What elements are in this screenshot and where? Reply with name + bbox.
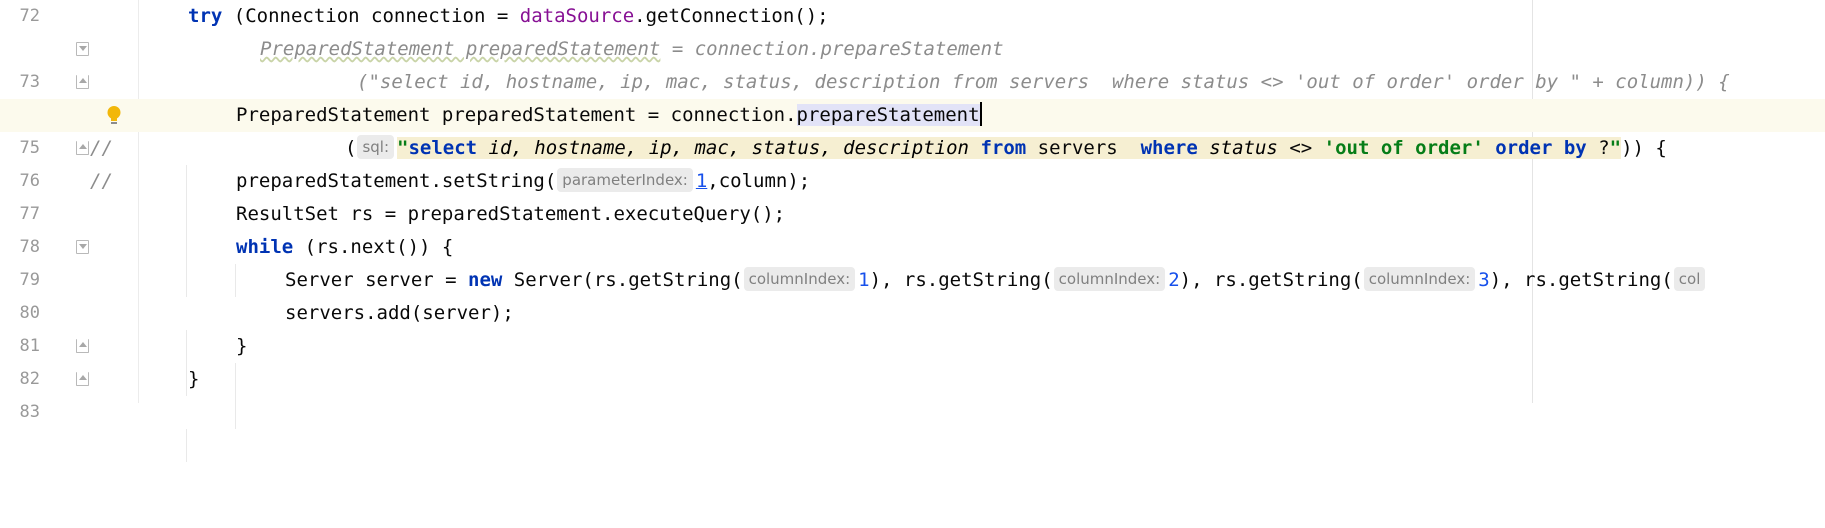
code-line-81[interactable]: 81 servers.add(server); (0, 297, 1825, 429)
fold-end-icon[interactable] (76, 372, 89, 386)
comment-segment: PreparedStatement preparedStatement (260, 38, 661, 60)
parameter-hint-columnindex[interactable]: columnIndex: (1363, 267, 1476, 291)
sql-keyword: order by (1483, 137, 1587, 159)
code-text[interactable]: PreparedStatement preparedStatement = co… (260, 33, 1004, 66)
sql-keyword: where (1140, 137, 1198, 159)
indent-guide (235, 396, 236, 429)
parameter-hint-columnindex[interactable]: columnIndex: (1053, 267, 1166, 291)
string-quote: " (1609, 137, 1622, 159)
code-editor[interactable]: 72 try (Connection connection = dataSour… (0, 0, 1825, 462)
sql-table: servers (1026, 137, 1141, 159)
line-number: 83 (19, 402, 40, 422)
fold-arrow-icon[interactable] (76, 42, 89, 56)
code-segment: ), rs.getString( (869, 269, 1053, 291)
injected-sql-string: "select id, hostname, ip, mac, status, d… (397, 137, 1622, 159)
field-datasource: dataSource (519, 5, 635, 27)
number-literal: 1 (695, 170, 708, 192)
fold-end-icon[interactable] (76, 339, 89, 353)
code-line-75-current[interactable]: 75 PreparedStatement preparedStatement =… (0, 99, 1825, 231)
fold-end-icon[interactable] (76, 75, 89, 89)
highlighted-identifier: prepareStatement (796, 104, 980, 126)
keyword-while: while (236, 236, 294, 258)
code-segment: Server server = (285, 269, 469, 291)
closing-brace: } (188, 368, 200, 390)
number-literal: 3 (1478, 269, 1490, 291)
sql-columns: id, hostname, ip, mac, status, descripti… (477, 137, 981, 159)
code-text[interactable]: (sql: "select id, hostname, ip, mac, stat… (345, 132, 1667, 165)
line-number: 72 (19, 6, 40, 26)
number-literal: 2 (1168, 269, 1180, 291)
sql-keyword: select (408, 137, 478, 159)
fold-end-icon[interactable] (76, 141, 89, 155)
code-line-77[interactable]: 77 preparedStatement.setString(parameter… (0, 165, 1825, 264)
sql-identifier: status (1197, 137, 1290, 159)
code-segment: ResultSet rs = preparedStatement.execute… (236, 203, 786, 225)
code-segment: (rs.next()) { (293, 236, 454, 258)
keyword-new: new (468, 269, 503, 291)
code-line-73[interactable]: 73 // PreparedStatement preparedStatemen… (0, 33, 1825, 198)
number-literal: 1 (858, 269, 870, 291)
code-segment: PreparedStatement preparedStatement = co… (236, 104, 797, 126)
text-caret (979, 102, 982, 126)
code-segment: servers.add(server); (285, 302, 514, 324)
code-segment: )) { (1621, 137, 1667, 159)
code-line-72[interactable]: 72 try (Connection connection = dataSour… (0, 0, 1825, 33)
fold-arrow-icon[interactable] (76, 240, 89, 254)
code-segment: preparedStatement.setString( (236, 170, 557, 192)
code-segment: Server(rs.getString( (502, 269, 743, 291)
code-text[interactable]: } (236, 330, 247, 363)
code-text[interactable]: servers.add(server); (285, 297, 514, 330)
code-segment: ( (345, 137, 357, 159)
code-text[interactable]: ResultSet rs = preparedStatement.execute… (236, 198, 785, 231)
parameter-hint-truncated[interactable]: col (1673, 267, 1706, 291)
parameter-hint-sql[interactable]: sql: (357, 135, 395, 159)
code-line-82[interactable]: 82 } (0, 330, 1825, 462)
code-text[interactable]: preparedStatement.setString(parameterInd… (236, 165, 810, 198)
sql-keyword: from (980, 137, 1027, 159)
code-segment: (Connection connection = (222, 5, 520, 27)
code-line-80[interactable]: 80 Server server = new Server(rs.getStri… (0, 264, 1825, 396)
sql-literal: 'out of order' (1323, 137, 1484, 159)
code-line-76[interactable]: 76 (sql: "select id, hostname, ip, mac, s… (0, 132, 1825, 297)
code-text[interactable]: try (Connection connection = dataSource.… (188, 0, 829, 33)
code-line-78[interactable]: 78 ResultSet rs = preparedStatement.exec… (0, 198, 1825, 297)
sql-operator: <> (1289, 137, 1324, 159)
code-line-79[interactable]: 79 while (rs.next()) { (0, 231, 1825, 363)
code-text[interactable]: while (rs.next()) { (236, 231, 453, 264)
parameter-hint-columnindex[interactable]: columnIndex: (743, 267, 856, 291)
code-segment: .getConnection(); (634, 5, 829, 27)
code-text[interactable]: Server server = new Server(rs.getString(… (285, 264, 1708, 297)
lightbulb-icon[interactable] (106, 105, 122, 126)
comment-segment: = connection.prepareStatement (660, 38, 1004, 60)
string-quote: " (397, 137, 409, 159)
indent-guide (186, 429, 187, 462)
code-text[interactable]: PreparedStatement preparedStatement = co… (236, 99, 982, 132)
code-segment: ,column); (707, 170, 811, 192)
code-segment: ), rs.getString( (1179, 269, 1363, 291)
code-line-83[interactable]: 83 } (0, 363, 1825, 422)
code-text[interactable]: } (188, 363, 199, 396)
parameter-hint-parameterindex[interactable]: parameterIndex: (557, 168, 693, 192)
keyword-try: try (188, 5, 223, 27)
code-segment: ), rs.getString( (1489, 269, 1673, 291)
sql-parameter: ? (1586, 137, 1610, 159)
code-line-74[interactable]: 74 // ("select id, hostname, ip, mac, st… (0, 66, 1825, 231)
comment-segment: ("select id, hostname, ip, mac, status, … (357, 71, 1730, 93)
code-text[interactable]: ("select id, hostname, ip, mac, status, … (357, 66, 1730, 99)
closing-brace: } (236, 335, 248, 357)
